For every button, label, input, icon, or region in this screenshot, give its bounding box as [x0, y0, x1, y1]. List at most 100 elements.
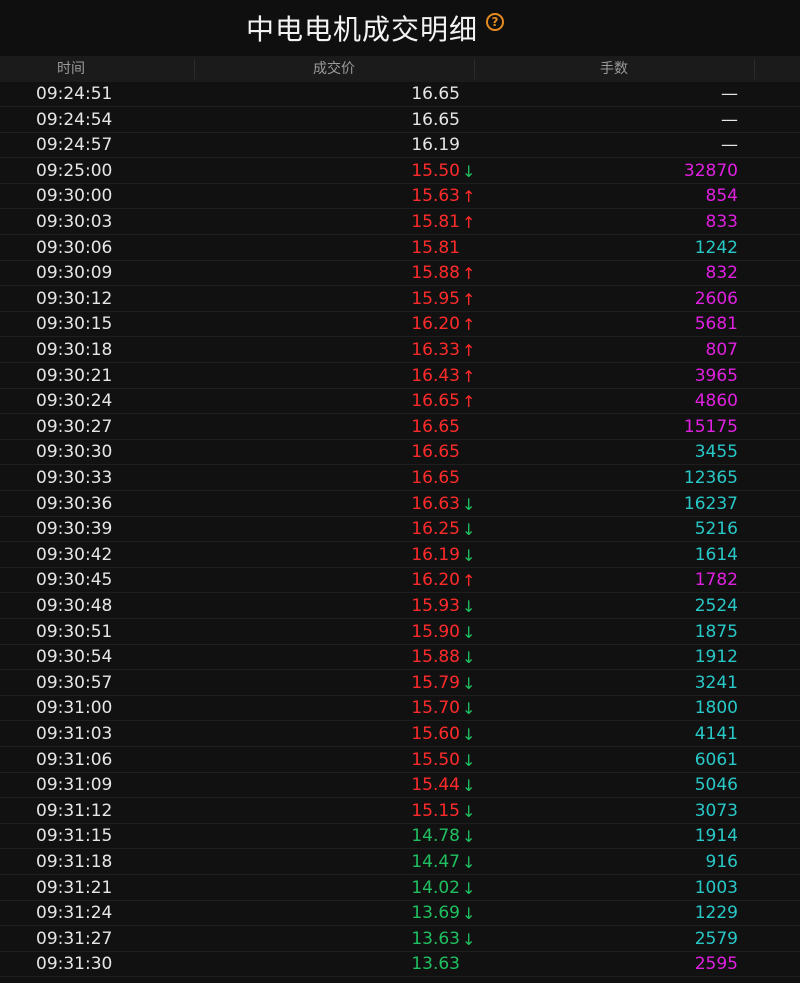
table-row[interactable]: 09:31:18 14.47 ↓ 916	[0, 850, 800, 875]
row-volume: 1003	[694, 877, 738, 898]
table-row[interactable]: 09:30:00 15.63 ↑ 854	[0, 184, 800, 210]
row-price: 15.44	[411, 775, 460, 796]
row-time: 09:31:18	[36, 852, 113, 872]
table-row[interactable]: 09:30:09 15.88 ↑ 832	[0, 261, 800, 287]
up-arrow-icon: ↑	[462, 213, 476, 232]
row-time: 09:30:24	[36, 391, 113, 412]
row-price: 16.65	[411, 391, 460, 412]
table-row[interactable]: 09:31:06 15.50 ↓ 6061	[0, 748, 800, 773]
up-arrow-icon: ↑	[462, 187, 476, 207]
table-row[interactable]: 09:30:30 16.65 3455	[0, 440, 800, 466]
row-price: 15.60	[411, 724, 460, 744]
up-arrow-icon: ↑	[462, 366, 476, 386]
table-row[interactable]: 09:24:57 16.19 —	[0, 133, 800, 159]
table-row[interactable]: 09:31:03 15.60 ↓ 4141	[0, 722, 800, 747]
table-row[interactable]: 09:31:27 13.63 ↓ 2579	[0, 927, 800, 952]
row-time: 09:31:03	[36, 724, 113, 744]
row-volume: 1782	[694, 570, 738, 591]
table-row[interactable]: 09:31:24 13.69 ↓ 1229	[0, 901, 800, 927]
table-row[interactable]: 09:30:06 15.81 1242	[0, 236, 800, 261]
row-volume: 6061	[694, 749, 738, 770]
row-price: 13.69	[411, 903, 460, 924]
row-volume: 5681	[694, 314, 738, 335]
down-arrow-icon: ↓	[462, 597, 476, 616]
row-time: 09:25:00	[36, 160, 113, 181]
row-time: 09:30:48	[36, 596, 113, 616]
table-row[interactable]: 09:31:21 14.02 ↓ 1003	[0, 876, 800, 901]
help-icon[interactable]: ?	[486, 13, 504, 31]
row-time: 09:31:12	[36, 800, 113, 821]
row-price: 16.19	[411, 544, 460, 565]
page-title: 中电电机成交明细	[245, 13, 478, 46]
table-row[interactable]: 09:30:54 15.88 ↓ 1912	[0, 645, 800, 671]
table-row[interactable]: 09:30:39 16.25 ↓ 5216	[0, 517, 800, 543]
table-row[interactable]: 09:30:24 16.65 ↑ 4860	[0, 389, 800, 415]
down-arrow-icon: ↓	[462, 545, 476, 565]
row-price: 15.50	[411, 160, 460, 181]
trade-list[interactable]: 09:24:51 16.65 — 09:24:54 16.65 — 09:24:57 16.1…	[0, 82, 800, 983]
row-volume: 1614	[694, 544, 738, 565]
up-arrow-icon: ↑	[462, 392, 476, 412]
down-arrow-icon: ↓	[462, 853, 476, 872]
row-time: 09:31:21	[36, 877, 113, 898]
table-row[interactable]: 09:30:42 16.19 ↓ 1614	[0, 543, 800, 568]
down-arrow-icon: ↓	[462, 520, 476, 540]
row-volume: 32870	[683, 160, 738, 181]
row-time: 09:30:39	[36, 519, 113, 540]
table-row[interactable]: 09:30:48 15.93 ↓ 2524	[0, 594, 800, 619]
row-volume: 1914	[694, 826, 738, 847]
table-row[interactable]: 09:30:45 16.20 ↑ 1782	[0, 568, 800, 594]
table-row[interactable]: 09:31:30 13.63 2595	[0, 952, 800, 978]
row-time: 09:30:57	[36, 672, 113, 693]
table-row[interactable]: 09:31:09 15.44 ↓ 5046	[0, 773, 800, 799]
row-volume: 2524	[694, 596, 738, 616]
header-price[interactable]: 成交价	[194, 56, 474, 82]
table-row[interactable]: 09:30:03 15.81 ↑ 833	[0, 210, 800, 235]
row-time: 09:30:42	[36, 544, 113, 565]
row-price: 15.88	[411, 263, 460, 284]
down-arrow-icon: ↓	[462, 699, 476, 719]
table-row[interactable]: 09:24:51 16.65 —	[0, 82, 800, 107]
down-arrow-icon: ↓	[462, 161, 476, 181]
title-bar: 中电电机成交明细 ?	[0, 0, 800, 56]
row-volume: 833	[705, 212, 738, 232]
table-row[interactable]: 09:30:15 16.20 ↑ 5681	[0, 312, 800, 338]
row-price: 16.65	[411, 442, 460, 463]
down-arrow-icon: ↓	[462, 776, 476, 796]
row-volume: 1800	[694, 698, 738, 719]
row-volume: 4141	[694, 724, 738, 744]
table-row[interactable]: 09:30:12 15.95 ↑ 2606	[0, 287, 800, 312]
table-row[interactable]: 09:31:15 14.78 ↓ 1914	[0, 824, 800, 850]
row-volume: —	[721, 84, 738, 104]
row-price: 15.93	[411, 596, 460, 616]
table-row[interactable]: 09:30:18 16.33 ↑ 807	[0, 338, 800, 363]
row-price: 15.15	[411, 800, 460, 821]
table-row[interactable]: 09:31:00 15.70 ↓ 1800	[0, 696, 800, 722]
up-arrow-icon: ↑	[462, 341, 476, 360]
row-time: 09:30:12	[36, 288, 113, 309]
row-volume: 16237	[683, 493, 738, 514]
row-price: 14.47	[411, 852, 460, 872]
table-row[interactable]: 09:30:33 16.65 12365	[0, 466, 800, 491]
row-time: 09:30:03	[36, 212, 113, 232]
row-time: 09:30:18	[36, 340, 113, 360]
row-price: 16.19	[411, 135, 460, 156]
up-arrow-icon: ↑	[462, 289, 476, 309]
row-price: 15.50	[411, 749, 460, 770]
row-price: 16.65	[411, 109, 460, 130]
table-row[interactable]: 09:30:36 16.63 ↓ 16237	[0, 492, 800, 517]
table-header: 时间 成交价 手数	[0, 56, 800, 82]
table-row[interactable]: 09:25:00 15.50 ↓ 32870	[0, 159, 800, 184]
table-row[interactable]: 09:30:57 15.79 ↓ 3241	[0, 671, 800, 696]
row-time: 09:30:15	[36, 314, 113, 335]
header-volume[interactable]: 手数	[474, 56, 754, 82]
table-row[interactable]: 09:30:21 16.43 ↑ 3965	[0, 364, 800, 389]
table-row[interactable]: 09:24:54 16.65 —	[0, 108, 800, 133]
row-price: 15.81	[411, 237, 460, 258]
table-row[interactable]: 09:30:51 15.90 ↓ 1875	[0, 620, 800, 645]
header-time[interactable]: 时间	[0, 56, 142, 82]
table-row[interactable]: 09:30:27 16.65 15175	[0, 415, 800, 440]
row-volume: 1242	[694, 237, 738, 258]
row-time: 09:30:06	[36, 237, 113, 258]
table-row[interactable]: 09:31:12 15.15 ↓ 3073	[0, 799, 800, 824]
